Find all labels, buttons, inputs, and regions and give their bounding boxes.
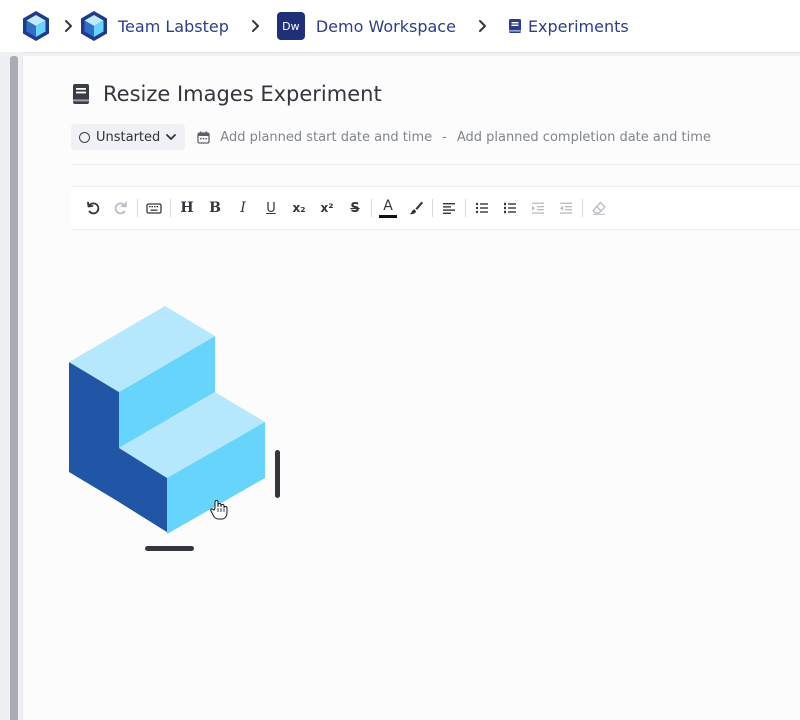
status-circle-icon <box>79 131 90 143</box>
subscript-label: x₂ <box>292 201 306 215</box>
team-logo-icon <box>81 11 107 41</box>
italic-button[interactable]: I <box>229 194 257 222</box>
heading-label: H <box>180 200 194 216</box>
bullet-list-button[interactable] <box>468 194 496 222</box>
strikethrough-label: S <box>350 200 360 216</box>
outdent-icon <box>560 202 572 214</box>
labstep-logo-icon <box>23 11 49 41</box>
breadcrumb-workspace-label: Demo Workspace <box>315 16 456 36</box>
chevron-right-icon <box>65 20 72 32</box>
date-separator: - <box>442 129 447 145</box>
toolbar-separator <box>137 199 138 217</box>
workspace-badge: Dw <box>276 12 305 40</box>
superscript-button[interactable]: x² <box>313 194 341 222</box>
superscript-label: x² <box>320 201 334 215</box>
toolbar-separator <box>582 199 583 217</box>
left-scrollbar[interactable] <box>0 52 22 720</box>
heading-button[interactable]: H <box>173 194 201 222</box>
resizable-image[interactable] <box>69 306 289 556</box>
title-row: Resize Images Experiment <box>71 82 382 106</box>
eraser-icon <box>592 201 606 215</box>
chevron-right-icon <box>478 20 486 32</box>
scrollbar-thumb[interactable] <box>10 56 18 720</box>
text-color-button[interactable]: A <box>374 194 402 222</box>
planned-start-link[interactable]: Add planned start date and time <box>220 130 432 145</box>
chevron-down-icon <box>166 134 177 140</box>
subscript-button[interactable]: x₂ <box>285 194 313 222</box>
breadcrumb: Team Labstep Dw Demo Workspace Experimen… <box>0 0 800 53</box>
underline-button[interactable]: U <box>257 194 285 222</box>
breadcrumb-workspace[interactable]: Dw Demo Workspace <box>276 0 456 52</box>
toolbar-separator <box>465 199 466 217</box>
calendar-icon <box>197 131 210 144</box>
chevron-right-icon <box>251 20 259 32</box>
indent-button[interactable] <box>524 194 552 222</box>
outdent-button[interactable] <box>552 194 580 222</box>
undo-button[interactable] <box>79 194 107 222</box>
bold-button[interactable]: B <box>201 194 229 222</box>
app-frame: Team Labstep Dw Demo Workspace Experimen… <box>0 0 800 720</box>
book-icon <box>508 19 521 33</box>
text-color-swatch <box>379 214 397 218</box>
align-left-icon <box>443 203 455 214</box>
book-icon <box>73 84 89 104</box>
status-label: Unstarted <box>96 129 161 145</box>
ordered-list-button[interactable] <box>496 194 524 222</box>
breadcrumb-experiments[interactable]: Experiments <box>508 0 629 52</box>
strikethrough-button[interactable]: S <box>341 194 369 222</box>
meta-row: Unstarted Add planned start date and tim… <box>71 124 711 150</box>
highlight-button[interactable] <box>402 194 430 222</box>
status-dropdown[interactable]: Unstarted <box>71 124 186 150</box>
breadcrumb-home[interactable] <box>20 0 52 52</box>
experiment-panel: Resize Images Experiment Unstarted Add p… <box>22 56 800 720</box>
undo-icon <box>87 201 100 215</box>
paint-brush-icon <box>409 201 423 215</box>
toolbar-separator <box>371 199 372 217</box>
keyboard-button[interactable] <box>140 194 168 222</box>
page-title[interactable]: Resize Images Experiment <box>103 82 382 106</box>
breadcrumb-experiments-label: Experiments <box>527 16 629 36</box>
planned-completion-link[interactable]: Add planned completion date and time <box>457 130 711 145</box>
breadcrumb-team-label: Team Labstep <box>118 16 229 36</box>
toolbar-separator <box>432 199 433 217</box>
editor-toolbar: H B I U x₂ x² S A <box>71 186 800 230</box>
italic-label: I <box>240 200 246 216</box>
toolbar-separator <box>170 199 171 217</box>
bold-label: B <box>209 200 221 216</box>
bullet-list-icon <box>475 202 488 214</box>
divider <box>71 164 800 165</box>
underline-label: U <box>266 200 276 216</box>
text-color-label: A <box>383 197 393 214</box>
redo-icon <box>114 201 127 215</box>
text-color-icon: A <box>379 199 397 218</box>
keyboard-icon <box>146 203 162 214</box>
clear-format-button[interactable] <box>585 194 613 222</box>
resize-handle-bottom[interactable] <box>145 546 194 551</box>
align-button[interactable] <box>435 194 463 222</box>
redo-button[interactable] <box>107 194 135 222</box>
ordered-list-icon <box>504 202 516 214</box>
breadcrumb-team[interactable]: Team Labstep <box>78 0 229 52</box>
resize-handle-right[interactable] <box>275 450 280 498</box>
indent-icon <box>532 202 544 214</box>
